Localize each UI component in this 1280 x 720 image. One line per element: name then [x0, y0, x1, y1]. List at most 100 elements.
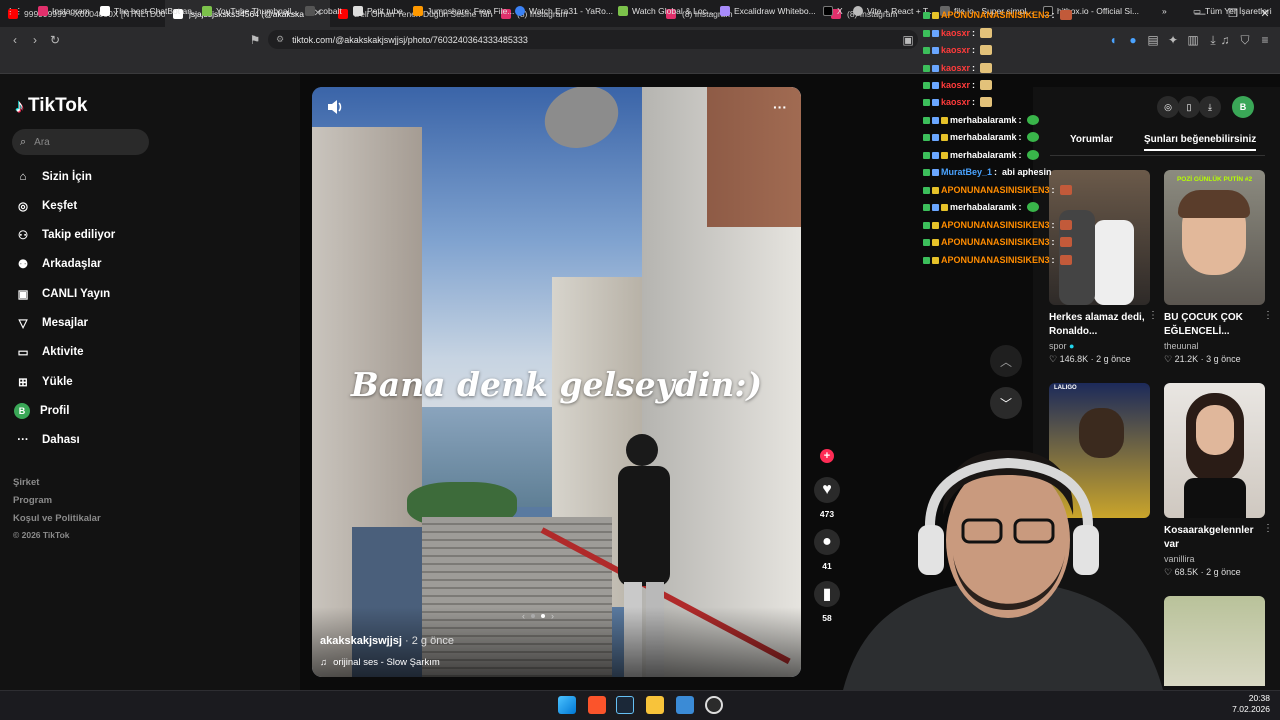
- chat-line: APONUNANASINISIKEN3:: [923, 235, 1072, 249]
- bookmark-item[interactable]: Excalidraw Whitebo...: [720, 4, 816, 18]
- chat-line: merhabalaramk:: [923, 148, 1039, 162]
- nav-explore[interactable]: ◎ Keşfet: [14, 196, 77, 216]
- nav-upload[interactable]: ⊞ Yükle: [14, 372, 73, 392]
- sidebar-icon[interactable]: ▥: [1183, 30, 1203, 50]
- more-bookmarks-icon[interactable]: »: [1162, 4, 1167, 18]
- carousel-next-icon[interactable]: ›: [551, 611, 554, 621]
- card-more-icon[interactable]: ⋮: [1263, 310, 1273, 321]
- windows-start-icon[interactable]: [558, 696, 576, 714]
- nav-profile[interactable]: B Profil: [14, 401, 69, 421]
- carousel-dot[interactable]: [531, 614, 535, 618]
- chat-user: MuratBey_1: [941, 167, 993, 177]
- card-more-icon[interactable]: ⋮: [1148, 310, 1158, 321]
- tab-comments[interactable]: Yorumlar: [1070, 134, 1113, 145]
- site-info-icon[interactable]: ⚙: [276, 34, 284, 45]
- more-options-icon[interactable]: ···: [773, 99, 787, 115]
- forward-icon[interactable]: ›: [25, 30, 45, 50]
- recommended-card[interactable]: Herkes alamaz dedi, Ronaldo... spor ● ♡ …: [1049, 170, 1158, 365]
- folder-icon: ▭: [1193, 5, 1202, 16]
- volume-icon[interactable]: [326, 99, 344, 115]
- extension-icon[interactable]: ●: [1123, 30, 1143, 50]
- chat-separator: :: [1018, 132, 1022, 142]
- post-sound[interactable]: ♫ orijinal ses - Slow Şarkım: [320, 657, 440, 668]
- brave-browser-icon[interactable]: [588, 696, 606, 714]
- card-user[interactable]: spor ●: [1049, 341, 1150, 351]
- extension-icon[interactable]: ▤: [1143, 30, 1163, 50]
- media-icon[interactable]: ▣: [898, 30, 918, 50]
- menu-icon[interactable]: ≡: [1255, 30, 1275, 50]
- webcam-overlay: [843, 450, 1163, 690]
- photo-post[interactable]: Bana denk gelseydin:) ··· ‹ › akakskakjs…: [312, 87, 801, 677]
- chat-separator: :: [1051, 220, 1055, 230]
- badge-icon: [941, 133, 948, 141]
- footer-link[interactable]: Şirket: [13, 477, 39, 488]
- back-icon[interactable]: ‹: [5, 30, 25, 50]
- footer-link[interactable]: Koşul ve Politikalar: [13, 513, 101, 524]
- search-input[interactable]: ⌕ Ara: [12, 129, 149, 155]
- post-time: · 2 g önce: [405, 635, 454, 647]
- chat-line: APONUNANASINISIKEN3:: [923, 8, 1072, 22]
- bookmark-item[interactable]: Watch Era31 - YaRo...: [515, 4, 613, 18]
- bookmark-item[interactable]: Petit tube: [353, 4, 403, 18]
- nav-label: CANLI Yayın: [42, 288, 111, 300]
- nav-messages[interactable]: ▽ Mesajlar: [14, 313, 88, 333]
- bookmark-item[interactable]: YouTube Thumbnail...: [202, 4, 298, 18]
- nav-friends[interactable]: ⚉ Arkadaşlar: [14, 254, 102, 274]
- extension-icon[interactable]: ◖: [1103, 30, 1123, 50]
- x-icon: [823, 6, 833, 16]
- bookmark-folder[interactable]: ▭ Tüm Yer İşaretleri: [1193, 4, 1272, 18]
- nav-more[interactable]: ··· Dahası: [14, 430, 79, 450]
- next-post-button[interactable]: ﹀: [990, 387, 1022, 419]
- shield-icon[interactable]: ⛉: [1235, 30, 1255, 50]
- chat-user: APONUNANASINISIKEN3: [941, 10, 1050, 20]
- chevron-up-icon: ︿: [999, 354, 1012, 369]
- bookmark-item[interactable]: The best ChatBot an...: [100, 4, 199, 18]
- carousel-prev-icon[interactable]: ‹: [522, 611, 525, 621]
- compass-icon[interactable]: ◎: [1157, 96, 1179, 118]
- card-thumbnail[interactable]: POZİ GÜNLÜK PUTİN #2: [1164, 170, 1265, 305]
- obs-icon[interactable]: [705, 696, 723, 714]
- bookmark-item[interactable]: Jumpshare: Free File...: [413, 4, 514, 18]
- file-explorer-icon[interactable]: [646, 696, 664, 714]
- tiktok-logo[interactable]: ♪ TikTok: [15, 95, 87, 117]
- reload-icon[interactable]: ↻: [45, 30, 65, 50]
- nav-following[interactable]: ⚇ Takip ediliyor: [14, 225, 115, 245]
- thumbnail-caption: LALIGO: [1054, 385, 1077, 391]
- download-icon[interactable]: ⤓: [1199, 96, 1221, 118]
- badge-icon: [932, 238, 939, 246]
- bookmark-item[interactable]: Instagram: [38, 4, 90, 18]
- system-clock[interactable]: 20:38 7.02.2026: [1232, 693, 1270, 715]
- music-icon[interactable]: ♫: [1215, 30, 1235, 50]
- recommended-card[interactable]: POZİ GÜNLÜK PUTİN #2 BU ÇOCUK ÇOK EĞLENC…: [1164, 170, 1273, 365]
- avatar[interactable]: B: [1232, 96, 1254, 118]
- card-more-icon[interactable]: ⋮: [1263, 523, 1273, 534]
- chat-line: APONUNANASINISIKEN3:: [923, 218, 1072, 232]
- bookmark-icon[interactable]: ⚑: [245, 30, 265, 50]
- author-name[interactable]: akakskakjswjjsj: [320, 635, 402, 647]
- footer-link[interactable]: Program: [13, 495, 52, 506]
- nav-for-you[interactable]: ⌂ Sizin İçin: [14, 167, 92, 187]
- nav-activity[interactable]: ▭ Aktivite: [14, 342, 84, 362]
- url-bar[interactable]: ⚙ tiktok.com/@akakskakjswjjsj/photo/7603…: [268, 30, 918, 49]
- phone-icon[interactable]: ▯: [1178, 96, 1200, 118]
- card-user[interactable]: theuunal: [1164, 341, 1265, 351]
- app-icon[interactable]: [676, 696, 694, 714]
- previous-post-button[interactable]: ︿: [990, 345, 1022, 377]
- bookmark-item[interactable]: Watch Global & Loc...: [618, 4, 714, 18]
- carousel-dot-active[interactable]: [541, 614, 545, 618]
- nav-live[interactable]: ▣ CANLI Yayın: [14, 284, 111, 304]
- chat-line: APONUNANASINISIKEN3:: [923, 183, 1072, 197]
- bookmark-item[interactable]: X: [823, 4, 843, 18]
- post-author[interactable]: akakskakjswjjsj · 2 g önce: [320, 635, 454, 647]
- apps-icon[interactable]: ⋮⋮: [6, 4, 23, 18]
- steam-icon[interactable]: [616, 696, 634, 714]
- more-dots-icon: ···: [17, 434, 29, 446]
- tab-you-may-like[interactable]: Şunları beğenebilirsiniz: [1144, 134, 1257, 151]
- badge-icon: [923, 256, 930, 264]
- card-age: 2 g önce: [1206, 567, 1241, 577]
- user-plus-icon: ⚇: [17, 230, 29, 242]
- chat-separator: :: [1018, 150, 1022, 160]
- bookmark-item[interactable]: cobalt: [305, 4, 342, 18]
- puzzle-icon[interactable]: ✦: [1163, 30, 1183, 50]
- badge-icon: [941, 116, 948, 124]
